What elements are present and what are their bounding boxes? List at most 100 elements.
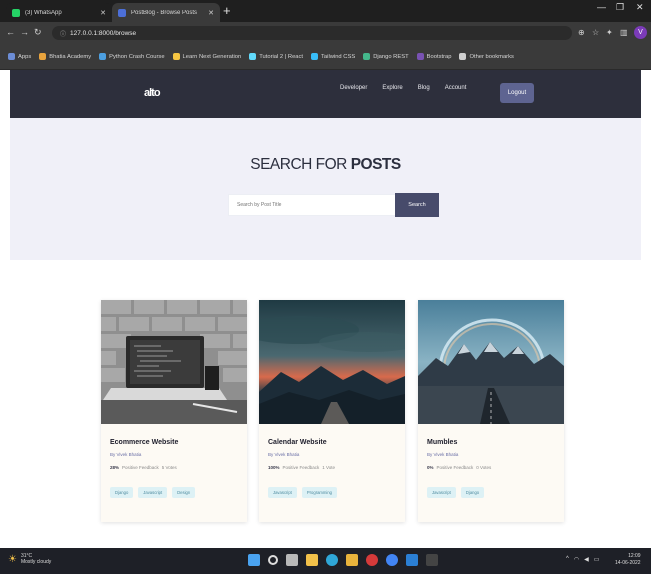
search-icon[interactable] [268,555,278,565]
tab-postblog[interactable]: PostBlog - Browse Posts ✕ [112,3,220,22]
back-icon[interactable]: ← [6,27,15,37]
folder-icon[interactable] [346,554,358,566]
search-button[interactable]: Search [395,193,439,217]
site-logo[interactable]: alto [144,87,161,99]
bookmark-icon [39,53,47,60]
post-author[interactable]: By Vivek Bhatia [427,452,555,457]
chevron-up-icon[interactable]: ^ [566,556,569,563]
new-tab-icon[interactable]: + [223,3,231,18]
post-title[interactable]: Ecommerce Website [110,439,238,446]
bookmark-item[interactable]: Python Crash Course [95,48,168,66]
chrome-icon[interactable] [386,554,398,566]
bookmark-label: Bootstrap [426,53,452,60]
forward-icon[interactable]: → [20,27,29,37]
nav-account[interactable]: Account [445,85,467,91]
sidebar-icon[interactable]: ▥ [620,28,628,37]
bookmark-label: Tailwind CSS [321,53,356,60]
bookmark-item[interactable]: Other bookmarks [455,48,517,66]
nav-explore[interactable]: Explore [382,85,402,91]
url-text: 127.0.0.1:8000/browse [70,29,137,37]
tag[interactable]: Javascript [138,487,168,498]
profile-avatar[interactable]: V [634,26,647,39]
taskbar-clock[interactable]: 12:09 14-06-2022 [615,553,641,567]
feedback-percent: 0% [427,465,434,470]
url-input[interactable]: ⓘ 127.0.0.1:8000/browse [52,26,572,40]
bookmark-item[interactable]: Django REST [359,48,412,66]
extensions-icon[interactable]: ✦ [606,28,613,37]
bookmark-icon [416,53,424,60]
tab-whatsapp[interactable]: (3) WhatsApp ✕ [6,3,112,22]
vote-count: 1 Vote [322,465,336,470]
info-icon[interactable]: ⓘ [60,29,66,38]
bookmark-label: Python Crash Course [109,53,165,60]
bookmark-item[interactable]: Tailwind CSS [307,48,359,66]
weather-desc: Mostly cloudy [20,559,52,565]
search-input[interactable] [228,194,396,216]
browser-tab-strip: (3) WhatsApp ✕ PostBlog - Browse Posts ✕… [0,0,651,22]
tag[interactable]: Javascript [427,487,456,498]
tag[interactable]: Django [110,487,134,498]
windows-start-icon[interactable] [248,554,260,566]
logout-button[interactable]: Logout [500,83,534,103]
bookmark-icon [8,53,15,60]
post-title[interactable]: Mumbles [427,439,555,446]
bookmark-icon [459,53,467,60]
address-bar: ← → ↻ ⓘ 127.0.0.1:8000/browse ⊕ ☆ ✦ ▥ V [0,22,651,44]
wifi-icon[interactable]: ◠ [574,556,579,563]
weather-text: 31°C Mostly cloudy [21,553,51,565]
tag[interactable]: Programming [301,487,337,498]
task-view-icon[interactable] [286,554,298,566]
mountain-sunset-photo [259,300,405,424]
minimize-icon[interactable]: — [597,2,606,12]
clock-date: 14-06-2022 [615,560,641,566]
file-explorer-icon[interactable] [306,554,318,566]
terminal-icon[interactable] [426,554,438,566]
bookmark-icon [249,53,257,60]
tag[interactable]: Design [172,487,196,498]
post-tags: Django Javascript Design [110,487,238,498]
volume-icon[interactable]: ◀ [584,556,589,563]
post-card[interactable]: Ecommerce Website By Vivek Bhatia 28% Po… [101,300,247,522]
bookmark-item[interactable]: Apps [4,48,35,66]
post-card[interactable]: Calendar Website By Vivek Bhatia 100% Po… [259,300,405,522]
reload-icon[interactable]: ↻ [34,27,42,38]
close-tab-icon[interactable]: ✕ [100,9,106,17]
bookmark-item[interactable]: Bootstrap [413,48,456,66]
weather-icon: ☀ [8,553,17,565]
hero-search-section: SEARCH FOR POSTS Search [10,118,641,260]
post-card-body: Mumbles By Vivek Bhatia 0% Positive Feed… [418,424,564,522]
post-card[interactable]: Mumbles By Vivek Bhatia 0% Positive Feed… [418,300,564,522]
site-header: alto Developer Explore Blog Account Logo… [10,70,641,118]
title-light: SEARCH FOR [250,156,347,173]
post-title[interactable]: Calendar Website [268,439,396,446]
maximize-icon[interactable]: ❐ [616,2,624,13]
zoom-icon[interactable]: ⊕ [578,28,585,37]
bookmark-star-icon[interactable]: ☆ [592,28,599,37]
edge-icon[interactable] [326,554,338,566]
post-author[interactable]: By Vivek Bhatia [268,452,396,457]
bookmark-item[interactable]: Bhatia Academy [35,48,95,66]
vscode-icon[interactable] [406,554,418,566]
bookmark-label: Django REST [373,53,409,60]
tag[interactable]: Django [460,487,485,498]
bookmark-label: Bhatia Academy [49,53,92,60]
posts-grid: Ecommerce Website By Vivek Bhatia 28% Po… [10,260,641,548]
bookmark-item[interactable]: Tutorial 2 | React [245,48,307,66]
close-window-icon[interactable]: ✕ [636,2,644,13]
post-author[interactable]: By Vivek Bhatia [110,452,238,457]
whatsapp-icon [12,8,20,17]
battery-icon[interactable]: ▭ [594,556,600,563]
bookmark-icon [311,53,319,60]
taskbar-apps [248,554,438,566]
nav-blog[interactable]: Blog [418,85,430,91]
weather-widget[interactable]: ☀ 31°C Mostly cloudy [8,553,51,565]
tag[interactable]: Javascript [268,487,297,498]
bookmark-icon [363,53,371,60]
nav-developer[interactable]: Developer [340,85,367,91]
tab-label: (3) WhatsApp [25,9,62,16]
feedback-label: Positive Feedback [282,465,320,470]
post-card-body: Calendar Website By Vivek Bhatia 100% Po… [259,424,405,522]
close-tab-icon[interactable]: ✕ [208,9,214,17]
bookmark-item[interactable]: Learn Next Generation [169,48,246,66]
opera-icon[interactable] [366,554,378,566]
